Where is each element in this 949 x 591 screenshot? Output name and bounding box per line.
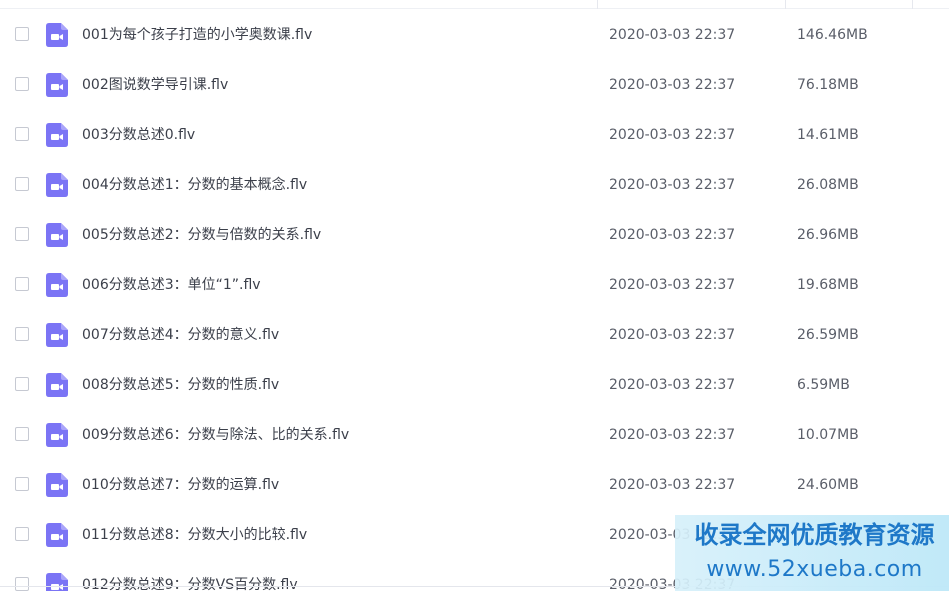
row-checkbox[interactable] <box>15 27 29 41</box>
file-date: 2020-03-03 22:37 <box>609 27 736 43</box>
file-list: 001为每个孩子打造的小学奥数课.flv 2020-03-03 22:37 146.… <box>0 10 949 591</box>
row-checkbox[interactable] <box>15 177 29 191</box>
video-file-icon <box>46 423 68 447</box>
file-row[interactable]: 007分数总述4：分数的意义.flv 2020-03-03 22:37 26.59M… <box>0 310 949 360</box>
video-file-icon <box>46 173 68 197</box>
file-size: 26.59MB <box>797 327 859 343</box>
file-size: 24.60MB <box>797 477 859 493</box>
row-checkbox[interactable] <box>15 227 29 241</box>
file-row[interactable]: 010分数总述7：分数的运算.flv 2020-03-03 22:37 24.60M… <box>0 460 949 510</box>
file-size: 14.61MB <box>797 127 859 143</box>
file-row[interactable]: 005分数总述2：分数与倍数的关系.flv 2020-03-03 22:37 26.… <box>0 210 949 260</box>
watermark-banner: 收录全网优质教育资源 www.52xueba.com <box>675 515 949 591</box>
row-checkbox[interactable] <box>15 277 29 291</box>
file-date: 2020-03-03 22:37 <box>609 427 736 443</box>
file-row[interactable]: 004分数总述1：分数的基本概念.flv 2020-03-03 22:37 26.0… <box>0 160 949 210</box>
file-name[interactable]: 005分数总述2：分数与倍数的关系.flv <box>82 225 321 245</box>
video-file-icon <box>46 523 68 547</box>
video-file-icon <box>46 373 68 397</box>
row-checkbox[interactable] <box>15 577 29 591</box>
file-row[interactable]: 001为每个孩子打造的小学奥数课.flv 2020-03-03 22:37 146.… <box>0 10 949 60</box>
file-name[interactable]: 010分数总述7：分数的运算.flv <box>82 475 279 495</box>
file-date: 2020-03-03 22:37 <box>609 77 736 93</box>
video-file-icon <box>46 73 68 97</box>
row-checkbox[interactable] <box>15 527 29 541</box>
file-name[interactable]: 002图说数学导引课.flv <box>82 75 228 95</box>
file-date: 2020-03-03 22:37 <box>609 277 736 293</box>
file-name[interactable]: 003分数总述0.flv <box>82 125 195 145</box>
video-file-icon <box>46 273 68 297</box>
column-divider-end <box>912 0 913 9</box>
video-file-icon <box>46 573 68 591</box>
file-name[interactable]: 004分数总述1：分数的基本概念.flv <box>82 175 307 195</box>
header-divider <box>0 8 949 9</box>
file-date: 2020-03-03 22:37 <box>609 477 736 493</box>
file-row[interactable]: 006分数总述3：单位“1”.flv 2020-03-03 22:37 19.68M… <box>0 260 949 310</box>
video-file-icon <box>46 473 68 497</box>
row-checkbox[interactable] <box>15 377 29 391</box>
file-browser: 001为每个孩子打造的小学奥数课.flv 2020-03-03 22:37 146.… <box>0 0 949 591</box>
file-date: 2020-03-03 22:37 <box>609 327 736 343</box>
file-size: 19.68MB <box>797 277 859 293</box>
file-name[interactable]: 012分数总述9：分数VS百分数.flv <box>82 575 298 591</box>
file-size: 146.46MB <box>797 27 868 43</box>
row-checkbox[interactable] <box>15 427 29 441</box>
file-row[interactable]: 008分数总述5：分数的性质.flv 2020-03-03 22:37 6.59MB <box>0 360 949 410</box>
file-date: 2020-03-03 22:37 <box>609 377 736 393</box>
row-checkbox[interactable] <box>15 127 29 141</box>
watermark-url: www.52xueba.com <box>706 557 923 582</box>
video-file-icon <box>46 23 68 47</box>
file-size: 26.08MB <box>797 177 859 193</box>
watermark-slogan: 收录全网优质教育资源 <box>694 521 935 549</box>
video-file-icon <box>46 123 68 147</box>
row-checkbox[interactable] <box>15 77 29 91</box>
file-name[interactable]: 008分数总述5：分数的性质.flv <box>82 375 279 395</box>
file-row[interactable]: 002图说数学导引课.flv 2020-03-03 22:37 76.18MB <box>0 60 949 110</box>
file-name[interactable]: 006分数总述3：单位“1”.flv <box>82 275 261 295</box>
file-name[interactable]: 009分数总述6：分数与除法、比的关系.flv <box>82 425 349 445</box>
file-size: 10.07MB <box>797 427 859 443</box>
file-size: 26.96MB <box>797 227 859 243</box>
row-checkbox[interactable] <box>15 327 29 341</box>
file-date: 2020-03-03 22:37 <box>609 177 736 193</box>
video-file-icon <box>46 223 68 247</box>
column-divider-size <box>785 0 786 9</box>
file-name[interactable]: 011分数总述8：分数大小的比较.flv <box>82 525 307 545</box>
row-checkbox[interactable] <box>15 477 29 491</box>
file-name[interactable]: 001为每个孩子打造的小学奥数课.flv <box>82 25 312 45</box>
file-row[interactable]: 009分数总述6：分数与除法、比的关系.flv 2020-03-03 22:37 1… <box>0 410 949 460</box>
file-size: 6.59MB <box>797 377 850 393</box>
file-date: 2020-03-03 22:37 <box>609 227 736 243</box>
video-file-icon <box>46 323 68 347</box>
file-name[interactable]: 007分数总述4：分数的意义.flv <box>82 325 279 345</box>
column-divider-date <box>597 0 598 9</box>
file-row[interactable]: 003分数总述0.flv 2020-03-03 22:37 14.61MB <box>0 110 949 160</box>
file-date: 2020-03-03 22:37 <box>609 127 736 143</box>
file-size: 76.18MB <box>797 77 859 93</box>
